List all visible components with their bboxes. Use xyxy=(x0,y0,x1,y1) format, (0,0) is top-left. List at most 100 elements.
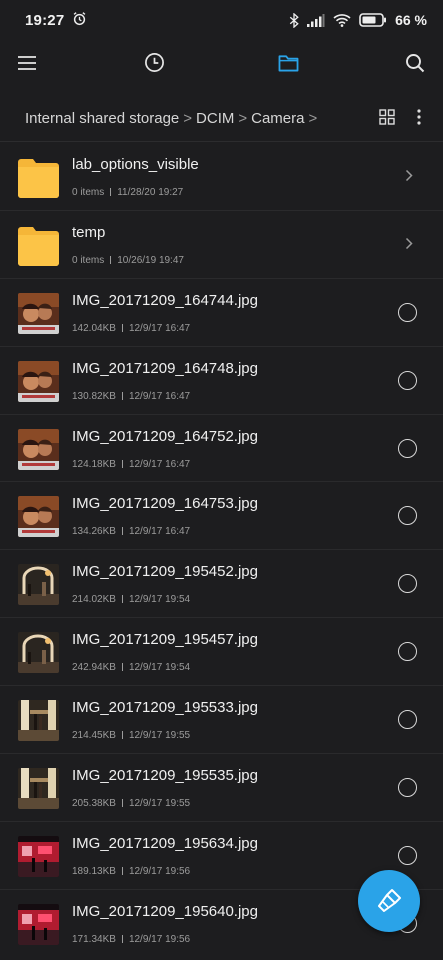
menu-button[interactable] xyxy=(5,40,49,85)
battery-icon xyxy=(359,13,387,27)
more-options-button[interactable] xyxy=(417,109,421,129)
file-row[interactable]: IMG_20171209_164753.jpg 134.26KB 12/9/17 1… xyxy=(0,482,443,551)
search-icon xyxy=(406,53,425,72)
select-radio[interactable] xyxy=(398,642,417,662)
meta-divider xyxy=(121,663,123,672)
file-date: 12/9/17 19:54 xyxy=(128,594,191,606)
image-thumbnail xyxy=(18,903,59,945)
file-date: 12/9/17 16:47 xyxy=(128,390,191,402)
file-meta: 142.04KB 12/9/17 16:47 xyxy=(72,323,190,334)
file-name: IMG_20171209_164744.jpg xyxy=(72,291,258,309)
file-row[interactable]: IMG_20171209_164744.jpg 142.04KB 12/9/17 1… xyxy=(0,279,443,347)
file-row[interactable]: IMG_20171209_195535.jpg 205.38KB 12/9/17 1… xyxy=(0,754,443,822)
alarm-icon xyxy=(72,11,87,30)
select-radio[interactable] xyxy=(398,778,417,798)
file-size: 124.18KB xyxy=(72,458,116,470)
menu-icon xyxy=(18,55,36,70)
file-size: 189.13KB xyxy=(72,865,116,877)
breadcrumb-separator: > xyxy=(238,110,248,127)
status-bar: 19:27 66 % xyxy=(0,0,443,40)
meta-divider xyxy=(121,934,123,943)
file-row[interactable]: IMG_20171209_195457.jpg 242.94KB 12/9/17 1… xyxy=(0,618,443,687)
battery-percent: 66 % xyxy=(395,12,427,28)
breadcrumb-item[interactable]: Camera xyxy=(251,110,304,127)
recent-tab[interactable] xyxy=(132,40,176,85)
file-name: IMG_20171209_164753.jpg xyxy=(72,495,258,513)
meta-divider xyxy=(121,866,123,875)
file-row[interactable]: IMG_20171209_164748.jpg 130.82KB 12/9/17 1… xyxy=(0,347,443,415)
meta-divider xyxy=(121,459,123,468)
more-options-icon xyxy=(417,109,421,125)
breadcrumb: Internal shared storage > DCIM > Camera … xyxy=(0,96,443,142)
image-thumbnail xyxy=(18,768,59,810)
status-left: 19:27 xyxy=(25,11,87,30)
file-meta: 242.94KB 12/9/17 19:54 xyxy=(72,662,190,673)
select-radio[interactable] xyxy=(398,302,417,322)
folder-icon xyxy=(18,226,59,266)
file-list: lab_options_visible 0 items 11/28/20 19:27… xyxy=(0,143,443,958)
meta-divider xyxy=(110,188,112,196)
file-date: 10/26/19 19:47 xyxy=(117,254,184,266)
files-tab[interactable] xyxy=(266,40,310,85)
image-thumbnail xyxy=(18,835,59,877)
file-meta: 214.02KB 12/9/17 19:54 xyxy=(72,594,190,605)
file-date: 12/9/17 19:56 xyxy=(128,865,191,877)
file-date: 12/9/17 19:55 xyxy=(128,798,191,810)
file-size: 214.45KB xyxy=(72,730,116,742)
image-thumbnail xyxy=(18,632,59,674)
select-radio[interactable] xyxy=(398,438,417,458)
file-date: 12/9/17 16:47 xyxy=(128,526,191,538)
file-name: lab_options_visible xyxy=(72,156,199,173)
meta-divider xyxy=(121,527,123,536)
recent-clock-icon xyxy=(144,53,164,72)
file-date: 12/9/17 19:56 xyxy=(128,933,191,945)
file-row[interactable]: IMG_20171209_164752.jpg 124.18KB 12/9/17 1… xyxy=(0,415,443,483)
file-meta: 134.26KB 12/9/17 16:47 xyxy=(72,526,190,537)
file-name: IMG_20171209_195640.jpg xyxy=(72,902,258,920)
file-name: IMG_20171209_195535.jpg xyxy=(72,767,258,785)
meta-divider xyxy=(121,731,123,740)
meta-divider xyxy=(121,595,123,604)
file-size: 205.38KB xyxy=(72,798,116,810)
file-meta: 214.45KB 12/9/17 19:55 xyxy=(72,730,190,741)
toolbar xyxy=(0,40,443,85)
grid-view-icon xyxy=(379,109,395,125)
file-name: IMG_20171209_164748.jpg xyxy=(72,359,258,377)
file-date: 12/9/17 16:47 xyxy=(128,322,191,334)
file-meta: 189.13KB 12/9/17 19:56 xyxy=(72,866,190,877)
select-radio[interactable] xyxy=(398,574,417,594)
file-date: 12/9/17 16:47 xyxy=(128,458,191,470)
file-meta: 205.38KB 12/9/17 19:55 xyxy=(72,798,190,809)
breadcrumb-item[interactable]: Internal shared storage xyxy=(25,110,179,127)
select-radio[interactable] xyxy=(398,710,417,730)
file-name: IMG_20171209_164752.jpg xyxy=(72,427,258,445)
grid-view-button[interactable] xyxy=(379,109,395,129)
clean-brush-icon xyxy=(378,889,401,912)
select-radio[interactable] xyxy=(398,370,417,390)
file-name: temp xyxy=(72,223,106,241)
folder-icon xyxy=(18,158,59,198)
image-thumbnail xyxy=(18,496,59,538)
file-date: 11/28/20 19:27 xyxy=(117,187,184,198)
breadcrumb-item[interactable]: DCIM xyxy=(196,110,234,127)
clean-button[interactable] xyxy=(358,870,420,932)
chevron-right-icon xyxy=(405,237,413,255)
file-size: 171.34KB xyxy=(72,933,116,945)
file-meta: 130.82KB 12/9/17 16:47 xyxy=(72,391,190,402)
file-row[interactable]: IMG_20171209_195452.jpg 214.02KB 12/9/17 1… xyxy=(0,550,443,619)
file-name: IMG_20171209_195533.jpg xyxy=(72,699,258,717)
select-radio[interactable] xyxy=(398,845,417,865)
file-name: IMG_20171209_195452.jpg xyxy=(72,563,258,581)
folder-row[interactable]: lab_options_visible 0 items 11/28/20 19:27 xyxy=(0,143,443,211)
folder-row[interactable]: temp 0 items 10/26/19 19:47 xyxy=(0,211,443,279)
search-button[interactable] xyxy=(393,40,437,85)
select-radio[interactable] xyxy=(398,506,417,526)
file-meta: 0 items 10/26/19 19:47 xyxy=(72,255,184,266)
image-thumbnail xyxy=(18,564,59,606)
file-date: 12/9/17 19:54 xyxy=(128,662,191,674)
file-row[interactable]: IMG_20171209_195533.jpg 214.45KB 12/9/17 1… xyxy=(0,686,443,755)
file-meta: 0 items 11/28/20 19:27 xyxy=(72,187,183,198)
bluetooth-icon xyxy=(289,12,299,28)
file-size: 0 items xyxy=(72,187,105,198)
breadcrumb-separator: > xyxy=(308,110,318,127)
